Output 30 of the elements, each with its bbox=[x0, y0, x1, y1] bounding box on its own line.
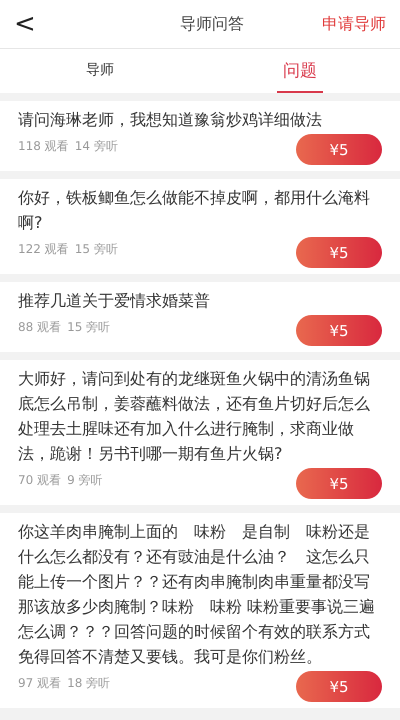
price-button[interactable]: ¥5 bbox=[296, 468, 382, 499]
price-button[interactable]: ¥5 bbox=[296, 315, 382, 346]
back-button[interactable]: < bbox=[8, 9, 42, 39]
question-text: 你好，铁板鲫鱼怎么做能不掉皮啊，都用什么淹料啊? bbox=[18, 187, 371, 234]
page-title: 导师问答 bbox=[180, 14, 244, 34]
price-button[interactable]: ¥5 bbox=[296, 134, 382, 165]
tab[interactable]: 导师 bbox=[80, 49, 120, 93]
question-card[interactable]: 大师好，请问到处有的龙继斑鱼火锅中的清汤鱼锅底怎么吊制，姜蓉蘸料做法，还有鱼片切好后怎么处理去土腥味还有加入什么进行腌制，求商业做法，跪谢！另书刊哪一期有鱼片火锅? 70 观看 9 旁听 ¥5 bbox=[0, 360, 400, 505]
price-button[interactable]: ¥5 bbox=[296, 671, 382, 702]
view-count: 122 观看 bbox=[18, 242, 69, 256]
question-card[interactable]: 请问海琳老师，我想知道豫翁炒鸡详细做法 118 观看 14 旁听 ¥5 bbox=[0, 101, 400, 171]
tab[interactable]: 问题 bbox=[277, 49, 323, 93]
listener-count: 9 旁听 bbox=[67, 473, 103, 487]
question-text: 大师好，请问到处有的龙继斑鱼火锅中的清汤鱼锅底怎么吊制，姜蓉蘸料做法，还有鱼片切好后怎么处理去土腥味还有加入什么进行腌制，求商业做法，跪谢！另书刊哪一期有鱼片火锅? bbox=[18, 368, 371, 465]
question-card[interactable]: 推荐几道关于爱情求婚菜普 88 观看 15 旁听 ¥5 bbox=[0, 282, 400, 352]
question-text: 请问海琳老师，我想知道豫翁炒鸡详细做法 bbox=[18, 109, 323, 131]
listener-count: 18 旁听 bbox=[67, 676, 110, 690]
question-card[interactable]: 你好，铁板鲫鱼怎么做能不掉皮啊，都用什么淹料啊? 122 观看 15 旁听 ¥5 bbox=[0, 179, 400, 274]
question-text: 推荐几道关于爱情求婚菜普 bbox=[18, 290, 211, 312]
listener-count: 15 旁听 bbox=[74, 242, 118, 256]
view-count: 88 观看 bbox=[18, 320, 62, 334]
listener-count: 14 旁听 bbox=[74, 139, 118, 153]
view-count: 118 观看 bbox=[18, 139, 69, 153]
listener-count: 15 旁听 bbox=[67, 320, 110, 334]
apply-mentor-link[interactable]: 申请导师 bbox=[322, 14, 386, 34]
view-count: 97 观看 bbox=[18, 676, 62, 690]
question-text: 你这羊肉串腌制上面的 味粉 是自制 味粉还是什么怎么都没有？还有豉油是什么油？ 这怎么只能上传一个图片？？还有肉串腌制肉串重量都没写那该放多少肉腌制？味粉 味粉 味粉重要事说三遍怎么调？？？回答问题的时候留个有效的联系方式免得回答不清楚又要钱。我可是你们粉丝。 bbox=[18, 521, 376, 668]
price-button[interactable]: ¥5 bbox=[296, 237, 382, 268]
question-card[interactable]: 你这羊肉串腌制上面的 味粉 是自制 味粉还是什么怎么都没有？还有豉油是什么油？ 这怎么只能上传一个图片？？还有肉串腌制肉串重量都没写那该放多少肉腌制？味粉 味粉 味粉重要事说三遍怎么调？？？回答问题的时候留个有效的联系方式免得回答不清楚又要钱。我可是你们粉丝。 97 观看 18 旁听 ¥5 bbox=[0, 513, 400, 708]
view-count: 70 观看 bbox=[18, 473, 62, 487]
